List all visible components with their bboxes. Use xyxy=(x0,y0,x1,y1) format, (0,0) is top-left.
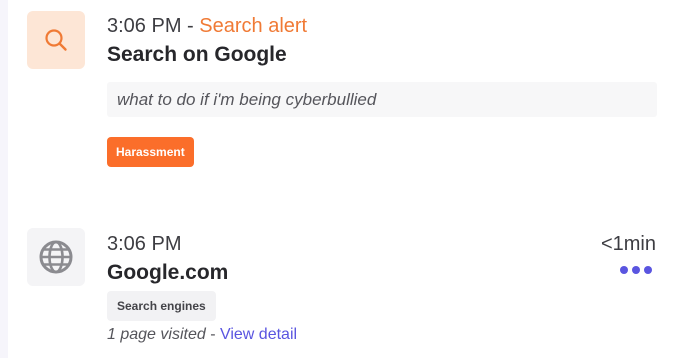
activity-duration: <1min xyxy=(600,233,656,255)
search-query-box: what to do if i'm being cyberbullied xyxy=(107,82,657,117)
activity-header: 3:06 PM - Search alert xyxy=(107,12,656,40)
visit-summary: 1 page visited - View detail xyxy=(107,326,656,344)
activity-item-website-visit: 3:06 PM Google.com Search engines 1 page… xyxy=(0,222,686,358)
search-icon xyxy=(45,29,67,51)
category-tag-harassment: Harassment xyxy=(107,137,194,167)
pages-visited: 1 page visited xyxy=(107,326,206,343)
search-query-text: what to do if i'm being cyberbullied xyxy=(117,89,377,109)
activity-time: 3:06 PM xyxy=(107,15,182,37)
view-detail-link[interactable]: View detail xyxy=(220,326,297,343)
dot xyxy=(644,266,652,274)
activity-title: Search on Google xyxy=(107,43,287,66)
search-icon-box xyxy=(27,11,85,69)
alert-label: Search alert xyxy=(199,15,308,37)
header-separator: - xyxy=(187,15,194,37)
category-tag-search-engines: Search engines xyxy=(107,291,216,321)
globe-icon-box xyxy=(27,228,85,286)
activity-content: 3:06 PM Google.com Search engines 1 page… xyxy=(107,230,656,344)
more-options-icon[interactable] xyxy=(620,262,652,278)
dot xyxy=(632,266,640,274)
activity-content: 3:06 PM - Search alert Search on Google … xyxy=(107,12,657,167)
activity-title: Google.com xyxy=(107,261,229,284)
globe-icon xyxy=(39,240,73,274)
activity-time: 3:06 PM xyxy=(107,233,182,255)
visit-separator: - xyxy=(210,326,216,343)
activity-item-search-alert: 3:06 PM - Search alert Search on Google … xyxy=(0,0,686,190)
dot xyxy=(620,266,628,274)
